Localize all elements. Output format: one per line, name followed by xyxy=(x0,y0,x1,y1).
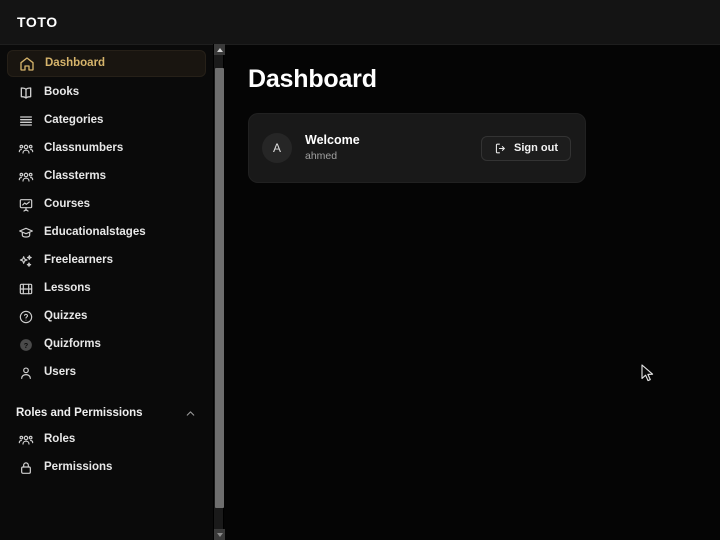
caret-up-icon xyxy=(216,47,223,52)
sidebar-group-label: Roles and Permissions xyxy=(16,407,143,419)
scrollbar-down-button[interactable] xyxy=(214,529,225,540)
home-icon xyxy=(19,56,35,72)
sidebar-item-label: Roles xyxy=(44,432,76,445)
list-icon xyxy=(18,113,34,129)
sidebar-item-label: Books xyxy=(44,85,80,98)
presentation-chart-icon xyxy=(18,197,34,213)
sidebar-group-roles-and-permissions[interactable]: Roles and Permissions xyxy=(16,403,197,423)
sidebar-menu: Dashboard Books Categories Classnumbers xyxy=(0,50,213,385)
user-icon xyxy=(18,365,34,381)
users-group-icon xyxy=(18,141,34,157)
sparkles-icon xyxy=(18,253,34,269)
sidebar-item-classnumbers[interactable]: Classnumbers xyxy=(7,136,206,161)
main-content: Dashboard A Welcome ahmed Sign out xyxy=(226,45,720,540)
sidebar-item-label: Dashboard xyxy=(45,56,106,69)
sidebar-item-freelearners[interactable]: Freelearners xyxy=(7,248,206,273)
sidebar-item-classterms[interactable]: Classterms xyxy=(7,164,206,189)
sidebar-item-permissions[interactable]: Permissions xyxy=(7,455,206,480)
welcome-username: ahmed xyxy=(305,150,338,162)
sidebar-item-label: Permissions xyxy=(44,460,113,473)
brand-logo[interactable]: TOTO xyxy=(17,14,58,30)
sidebar-item-users[interactable]: Users xyxy=(7,360,206,385)
sidebar-item-dashboard[interactable]: Dashboard xyxy=(7,50,206,77)
sidebar-item-quizzes[interactable]: Quizzes xyxy=(7,304,206,329)
book-icon xyxy=(18,85,34,101)
sidebar-scrollbar[interactable] xyxy=(213,44,225,540)
film-strip-icon xyxy=(18,281,34,297)
sidebar-item-quizforms[interactable]: ? Quizforms xyxy=(7,332,206,357)
sidebar-item-books[interactable]: Books xyxy=(7,80,206,105)
caret-down-icon xyxy=(216,532,223,537)
scrollbar-up-button[interactable] xyxy=(214,44,225,55)
users-group-icon xyxy=(18,432,34,448)
sidebar-item-label: Categories xyxy=(44,113,104,126)
sidebar-item-educationalstages[interactable]: Educationalstages xyxy=(7,220,206,245)
welcome-text-block: Welcome ahmed xyxy=(305,133,360,163)
welcome-card: A Welcome ahmed Sign out xyxy=(248,113,586,183)
sidebar-item-courses[interactable]: Courses xyxy=(7,192,206,217)
chevron-up-icon[interactable] xyxy=(184,407,197,420)
top-header-bar: TOTO xyxy=(0,0,720,45)
sidebar-item-label: Classterms xyxy=(44,169,107,182)
sidebar-item-label: Classnumbers xyxy=(44,141,124,154)
page-title: Dashboard xyxy=(248,65,377,93)
sidebar-item-lessons[interactable]: Lessons xyxy=(7,276,206,301)
sidebar-item-categories[interactable]: Categories xyxy=(7,108,206,133)
question-circle-icon xyxy=(18,309,34,325)
sidebar-item-label: Freelearners xyxy=(44,253,114,266)
sidebar-item-label: Courses xyxy=(44,197,91,210)
lock-icon xyxy=(18,460,34,476)
graduation-cap-icon xyxy=(18,225,34,241)
sign-out-label: Sign out xyxy=(514,142,558,154)
sign-out-button[interactable]: Sign out xyxy=(481,135,571,161)
users-group-icon xyxy=(18,169,34,185)
sidebar-navigation: Dashboard Books Categories Classnumbers xyxy=(0,45,213,540)
sidebar-item-label: Educationalstages xyxy=(44,225,146,238)
sidebar-item-label: Quizzes xyxy=(44,309,88,322)
sidebar-item-label: Quizforms xyxy=(44,337,101,350)
welcome-heading: Welcome xyxy=(305,133,360,147)
svg-text:?: ? xyxy=(24,340,29,349)
app-root: TOTO Dashboard Books Categories Classnum… xyxy=(0,0,720,540)
logout-icon xyxy=(494,142,507,155)
question-circle-filled-icon: ? xyxy=(18,337,34,353)
sidebar-item-label: Users xyxy=(44,365,76,378)
scrollbar-thumb[interactable] xyxy=(215,68,224,508)
sidebar-item-label: Lessons xyxy=(44,281,91,294)
avatar: A xyxy=(262,133,292,163)
sidebar-group-menu: Roles Permissions xyxy=(0,427,213,480)
sidebar-item-roles[interactable]: Roles xyxy=(7,427,206,452)
